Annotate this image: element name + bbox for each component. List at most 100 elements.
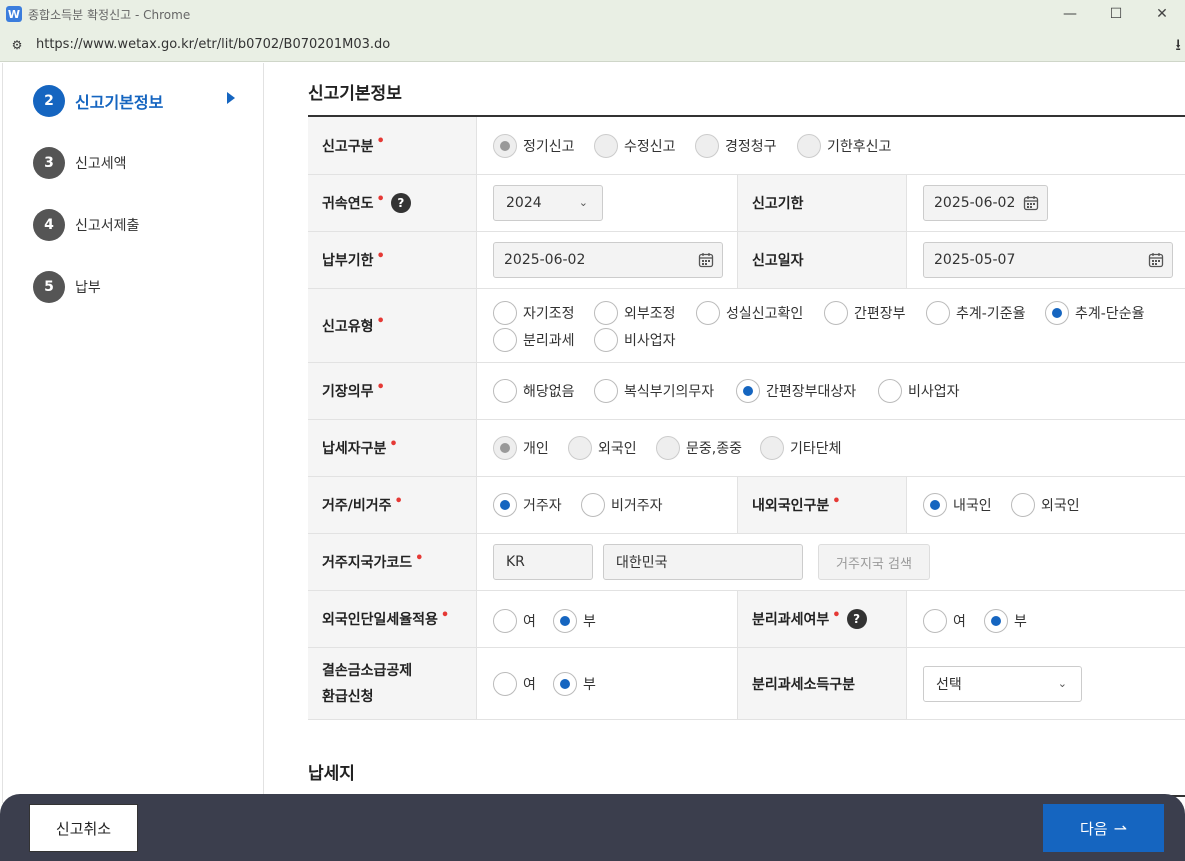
section-title: 신고기본정보 bbox=[308, 84, 402, 104]
close-icon[interactable]: ✕ bbox=[1139, 0, 1185, 28]
maximize-icon[interactable]: ☐ bbox=[1093, 0, 1139, 28]
step-label: 신고세액 bbox=[75, 156, 127, 172]
report-date-input[interactable]: 2025-05-07 bbox=[923, 242, 1173, 278]
cancel-report-button[interactable]: 신고취소 bbox=[29, 804, 138, 852]
report-deadline-date: 2025-06-02 bbox=[923, 185, 1048, 221]
radio-carryback-no[interactable]: 부 bbox=[553, 672, 596, 696]
radio-sincere-report[interactable]: 성실신고확인 bbox=[696, 301, 803, 325]
radio-other-group[interactable]: 기타단체 bbox=[760, 436, 842, 460]
country-search-button[interactable]: 거주지국 검색 bbox=[818, 544, 930, 580]
radio-non-resident[interactable]: 비거주자 bbox=[581, 493, 663, 517]
wetax-app-icon: W bbox=[6, 6, 22, 22]
step-basic-info[interactable]: 2 신고기본정보 bbox=[33, 85, 163, 117]
tax-year-label: 귀속연도 • ? bbox=[308, 175, 477, 231]
step-tax-amount[interactable]: 3 신고세액 bbox=[33, 147, 127, 179]
radio-separate-tax-yes[interactable]: 여 bbox=[923, 609, 966, 633]
radio-separate-taxation[interactable]: 분리과세 bbox=[493, 328, 575, 352]
radio-individual[interactable]: 개인 bbox=[493, 436, 549, 460]
bottom-action-bar: 신고취소 다음 ⇀ bbox=[0, 794, 1185, 861]
loss-carryback-label: 결손금소급공제 환급신청 bbox=[308, 648, 477, 719]
report-kind-label: 신고유형 • bbox=[308, 289, 477, 362]
payment-deadline-label: 납부기한 • bbox=[308, 232, 477, 288]
required-mark: • bbox=[376, 134, 385, 149]
required-mark: • bbox=[440, 607, 450, 623]
step-submit[interactable]: 4 신고서제출 bbox=[33, 209, 139, 241]
report-type-label: 신고구분 • bbox=[308, 117, 477, 174]
main-content: 신고기본정보 신고구분 • 정기신고 수정신고 경정청구 기한후신고 귀속연도 • … bbox=[264, 63, 1185, 803]
radio-resident[interactable]: 거주자 bbox=[493, 493, 562, 517]
radio-not-applicable[interactable]: 해당없음 bbox=[493, 379, 575, 403]
url-field[interactable]: https://www.wetax.go.kr/etr/lit/b0702/B0… bbox=[36, 37, 390, 52]
radio-late-report[interactable]: 기한후신고 bbox=[797, 134, 891, 158]
country-code-label: 거주지국가코드 • bbox=[308, 534, 477, 590]
help-icon[interactable]: ? bbox=[846, 609, 867, 629]
required-mark: • bbox=[832, 493, 841, 509]
step-number: 3 bbox=[33, 147, 65, 179]
chevron-down-icon: ⌄ bbox=[1057, 677, 1067, 690]
chevron-down-icon: ⌄ bbox=[578, 196, 588, 209]
help-icon[interactable]: ? bbox=[390, 193, 411, 213]
calendar-icon bbox=[1023, 196, 1039, 211]
radio-correction-claim[interactable]: 경정청구 bbox=[695, 134, 777, 158]
radio-simple-ledger-target[interactable]: 간편장부대상자 bbox=[736, 379, 856, 403]
minimize-icon[interactable]: — bbox=[1047, 0, 1093, 28]
radio-double-entry[interactable]: 복식부기의무자 bbox=[594, 379, 714, 403]
radio-carryback-yes[interactable]: 여 bbox=[493, 672, 536, 696]
required-mark: • bbox=[394, 493, 403, 509]
radio-estimate-standard[interactable]: 추계-기준율 bbox=[926, 301, 1025, 325]
active-step-arrow-icon bbox=[227, 92, 235, 104]
calendar-icon[interactable] bbox=[698, 252, 714, 268]
row-foreigner-flat-rate: 외국인단일세율적용 • 여 부 분리과세여부 • ? 여 부 bbox=[308, 591, 1185, 648]
nationality-label: 내외국인구분 • bbox=[737, 477, 907, 533]
row-loss-carryback: 결손금소급공제 환급신청 여 부 분리과세소득구분 선택 ⌄ bbox=[308, 648, 1185, 720]
window-title: 종합소득분 확정신고 - Chrome bbox=[28, 7, 191, 22]
radio-korean[interactable]: 내국인 bbox=[923, 493, 992, 517]
required-mark: • bbox=[389, 436, 398, 452]
radio-foreigner[interactable]: 외국인 bbox=[568, 436, 637, 460]
residency-label: 거주/비거주 • bbox=[308, 477, 477, 533]
country-name-field: 대한민국 bbox=[603, 544, 803, 580]
tax-year-select[interactable]: 2024 ⌄ bbox=[493, 185, 603, 221]
step-label: 납부 bbox=[75, 280, 101, 296]
radio-self-adjust[interactable]: 자기조정 bbox=[493, 301, 575, 325]
row-report-type: 신고구분 • 정기신고 수정신고 경정청구 기한후신고 bbox=[308, 117, 1185, 175]
radio-flat-rate-yes[interactable]: 여 bbox=[493, 609, 536, 633]
window-titlebar: W 종합소득분 확정신고 - Chrome — ☐ ✕ bbox=[0, 0, 1185, 28]
separate-income-label: 분리과세소득구분 bbox=[737, 648, 907, 719]
radio-estimate-simple[interactable]: 추계-단순율 bbox=[1045, 301, 1144, 325]
separate-tax-label: 분리과세여부 • ? bbox=[737, 591, 907, 647]
radio-foreign-national[interactable]: 외국인 bbox=[1011, 493, 1080, 517]
row-payment-deadline: 납부기한 • 2025-06-02 신고일자 2025-05-07 bbox=[308, 232, 1185, 289]
payment-deadline-date[interactable]: 2025-06-02 bbox=[493, 242, 723, 278]
step-sidebar: 2 신고기본정보 3 신고세액 4 신고서제출 5 납부 bbox=[2, 63, 264, 803]
radio-clan[interactable]: 문중,종중 bbox=[656, 436, 742, 460]
report-deadline-label: 신고기한 bbox=[737, 175, 907, 231]
radio-separate-tax-no[interactable]: 부 bbox=[984, 609, 1027, 633]
radio-amended-report[interactable]: 수정신고 bbox=[594, 134, 676, 158]
separate-income-select[interactable]: 선택 ⌄ bbox=[923, 666, 1082, 702]
address-bar: ⚙ https://www.wetax.go.kr/etr/lit/b0702/… bbox=[0, 28, 1185, 62]
radio-non-business[interactable]: 비사업자 bbox=[594, 328, 676, 352]
arrow-right-icon: ⇀ bbox=[1113, 818, 1127, 838]
row-bookkeeping: 기장의무 • 해당없음 복식부기의무자 간편장부대상자 비사업자 bbox=[308, 363, 1185, 420]
row-country-code: 거주지국가코드 • KR 대한민국 거주지국 검색 bbox=[308, 534, 1185, 591]
calendar-icon[interactable] bbox=[1148, 252, 1164, 268]
step-number: 2 bbox=[33, 85, 65, 117]
radio-non-business-owner[interactable]: 비사업자 bbox=[878, 379, 960, 403]
next-label: 다음 bbox=[1079, 819, 1108, 838]
download-icon[interactable]: ⭳ bbox=[1175, 34, 1181, 61]
foreigner-flat-rate-label: 외국인단일세율적용 • bbox=[308, 591, 477, 647]
taxpayer-type-label: 납세자구분 • bbox=[308, 420, 477, 476]
row-report-kind: 신고유형 • 자기조정 외부조정 성실신고확인 간편장부 추계-기준율 추계-단순… bbox=[308, 289, 1185, 363]
required-mark: • bbox=[376, 379, 385, 395]
radio-regular-report[interactable]: 정기신고 bbox=[493, 134, 575, 158]
step-payment[interactable]: 5 납부 bbox=[33, 271, 101, 303]
step-label: 신고서제출 bbox=[75, 218, 140, 234]
radio-simple-ledger[interactable]: 간편장부 bbox=[824, 301, 906, 325]
radio-flat-rate-no[interactable]: 부 bbox=[553, 609, 596, 633]
site-settings-icon[interactable]: ⚙ bbox=[4, 32, 30, 58]
next-button[interactable]: 다음 ⇀ bbox=[1043, 804, 1164, 852]
radio-external-adjust[interactable]: 외부조정 bbox=[594, 301, 676, 325]
required-mark: • bbox=[376, 248, 385, 264]
step-number: 5 bbox=[33, 271, 65, 303]
